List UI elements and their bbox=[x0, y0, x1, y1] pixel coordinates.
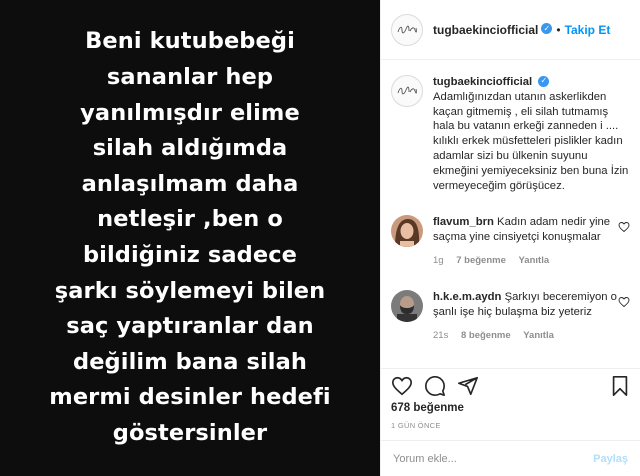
post-text-line: değilim bana silah bbox=[72, 348, 308, 375]
comment-meta: 21s 8 beğenme Yanıtla bbox=[433, 330, 623, 341]
post-text-line: Beni kutubebeği bbox=[85, 28, 295, 55]
post-text-line: anlaşılmam daha bbox=[81, 170, 299, 197]
comment-meta: 1g 7 beğenme Yanıtla bbox=[433, 255, 623, 266]
comment-likes[interactable]: 8 beğenme bbox=[461, 330, 511, 341]
post-text-line: göstersinler bbox=[112, 419, 268, 446]
comment-likes[interactable]: 7 beğenme bbox=[456, 255, 506, 266]
commenter-avatar[interactable] bbox=[391, 215, 423, 248]
signature-logo-icon bbox=[397, 25, 417, 33]
caption-avatar[interactable] bbox=[391, 75, 423, 107]
signature-logo-icon bbox=[397, 86, 417, 95]
comment-username[interactable]: h.k.e.m.aydn bbox=[433, 291, 501, 303]
post-text-line: mermi desinler hedefi bbox=[49, 384, 331, 411]
post-image[interactable]: Beni kutubebeği sananlar hep yanılmışdır… bbox=[0, 0, 380, 476]
commenter-avatar[interactable] bbox=[391, 289, 423, 322]
post-sidebar: tugbaekinciofficial ✓ • Takip Et tugbaek… bbox=[380, 0, 640, 476]
post-text-line: saç yaptıranlar dan bbox=[66, 313, 314, 340]
follow-button[interactable]: Takip Et bbox=[565, 23, 611, 37]
post-comment-button[interactable]: Paylaş bbox=[593, 453, 628, 465]
reply-button[interactable]: Yanıtla bbox=[519, 255, 550, 266]
comment-time[interactable]: 21s bbox=[433, 330, 448, 341]
comment-username[interactable]: flavum_brn bbox=[433, 216, 494, 228]
like-heart-icon[interactable] bbox=[391, 375, 413, 397]
caption-text: tugbaekinciofficial ✓ Adamlığınızdan uta… bbox=[433, 75, 629, 193]
comment-time[interactable]: 1g bbox=[433, 255, 444, 266]
comment-icon[interactable] bbox=[424, 375, 446, 397]
verified-badge-icon: ✓ bbox=[538, 75, 550, 87]
bookmark-icon[interactable] bbox=[609, 375, 631, 397]
post-text-line: netleşir ,ben o bbox=[97, 206, 283, 233]
verified-badge-icon: ✓ bbox=[541, 23, 553, 34]
action-bar bbox=[381, 368, 640, 402]
header-username[interactable]: tugbaekinciofficial bbox=[433, 23, 538, 37]
caption-username[interactable]: tugbaekinciofficial bbox=[433, 76, 532, 88]
comments-section: tugbaekinciofficial ✓ Adamlığınızdan uta… bbox=[381, 61, 640, 366]
woman-portrait-icon bbox=[391, 215, 423, 248]
caption: tugbaekinciofficial ✓ Adamlığınızdan uta… bbox=[391, 75, 630, 193]
caption-body: Adamlığınızdan utanın askerlikden kaçan … bbox=[433, 90, 629, 192]
post-text-line: silah aldığımda bbox=[92, 135, 288, 162]
comment-item: h.k.e.m.aydn Şarkıyı beceremiyon o şanlı… bbox=[391, 289, 630, 341]
add-comment-bar: Paylaş bbox=[381, 440, 640, 476]
share-icon[interactable] bbox=[457, 375, 479, 397]
reply-button[interactable]: Yanıtla bbox=[523, 330, 554, 341]
profile-avatar[interactable] bbox=[391, 13, 423, 46]
post-header: tugbaekinciofficial ✓ • Takip Et bbox=[381, 0, 640, 60]
post-text-line: bildiğiniz sadece bbox=[82, 242, 298, 268]
post-text-line: şarkı söylemeyi bilen bbox=[54, 277, 326, 304]
post-text-line: yanılmışdır elime bbox=[80, 99, 300, 126]
heart-outline-icon[interactable] bbox=[618, 221, 630, 233]
separator-dot: • bbox=[556, 22, 561, 37]
comment-item: flavum_brn Kadın adam nedir yine saçma y… bbox=[391, 215, 630, 266]
likes-count[interactable]: 678 beğenme bbox=[391, 402, 464, 414]
post-image-text: Beni kutubebeği sananlar hep yanılmışdır… bbox=[49, 24, 330, 451]
heart-outline-icon[interactable] bbox=[618, 296, 630, 308]
post-text-line: sananlar hep bbox=[106, 64, 274, 91]
comment-input[interactable] bbox=[393, 452, 594, 465]
post-timestamp[interactable]: 1 GÜN ÖNCE bbox=[391, 421, 441, 430]
man-portrait-icon bbox=[391, 289, 423, 322]
